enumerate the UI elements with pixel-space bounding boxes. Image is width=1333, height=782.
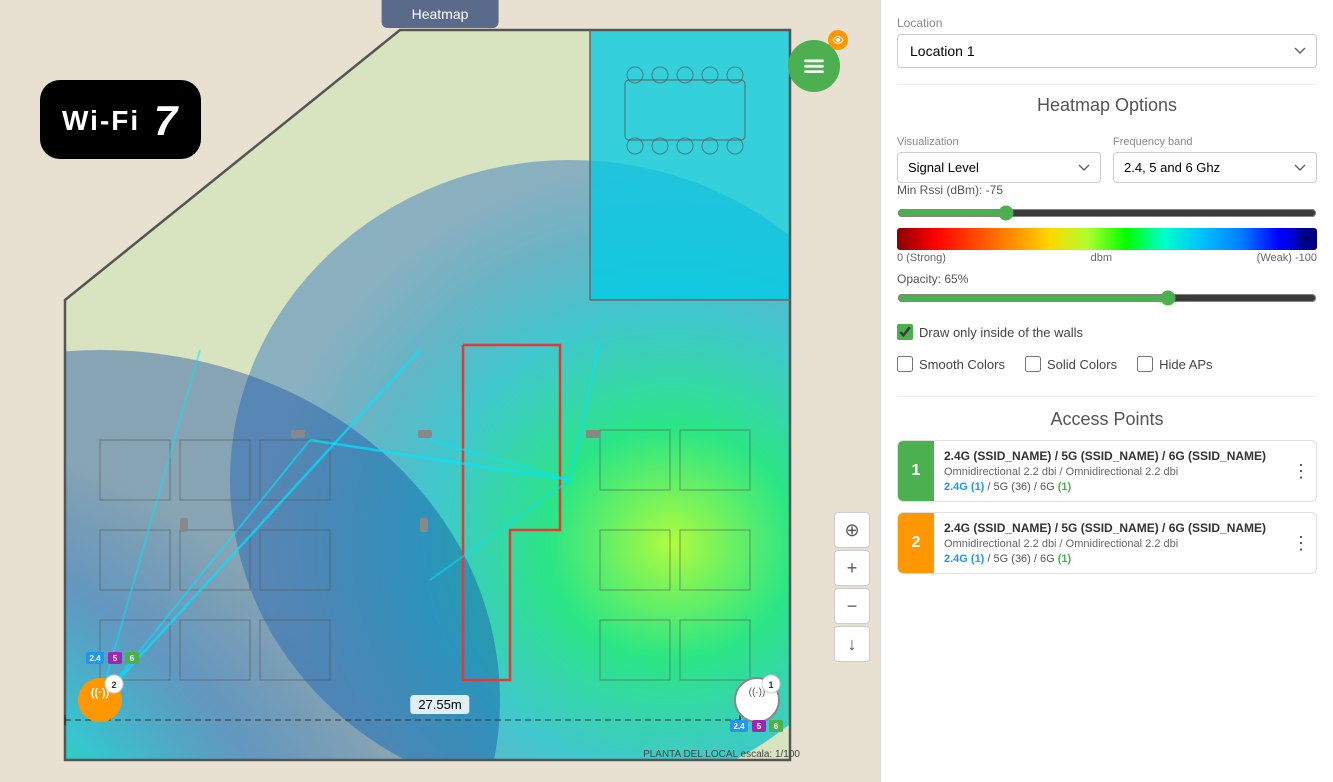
ap-2-body: 2.4G (SSID_NAME) / 5G (SSID_NAME) / 6G (… <box>934 513 1286 573</box>
gradient-center-label: dbm <box>1091 252 1112 264</box>
rssi-label: Min Rssi (dBm): -75 <box>897 183 1003 197</box>
smooth-colors-row: Smooth Colors <box>897 356 1005 372</box>
heatmap-tab[interactable]: Heatmap <box>382 0 499 28</box>
download-button[interactable]: ↓ <box>834 626 870 662</box>
solid-colors-row: Solid Colors <box>1025 356 1117 372</box>
opacity-label: Opacity: 65% <box>897 272 968 286</box>
ap-1-body: 2.4G (SSID_NAME) / 5G (SSID_NAME) / 6G (… <box>934 441 1286 501</box>
frequency-group: Frequency band 2.4, 5 and 6 Ghz 2.4 Ghz … <box>1113 136 1317 183</box>
zoom-in-button[interactable]: + <box>834 550 870 586</box>
svg-text:6: 6 <box>774 722 779 731</box>
frequency-select[interactable]: 2.4, 5 and 6 Ghz 2.4 Ghz 5 Ghz 6 Ghz <box>1113 152 1317 183</box>
ap-2-bands: 2.4G (1) / 5G (36) / 6G (1) <box>944 553 1276 565</box>
gradient-left-label: 0 (Strong) <box>897 252 946 264</box>
ap-1-band5: 5G (36) <box>994 481 1031 493</box>
compass-button[interactable]: ⊕ <box>834 512 870 548</box>
ap-card-1: 1 2.4G (SSID_NAME) / 5G (SSID_NAME) / 6G… <box>897 440 1317 502</box>
right-panel: Location Location 1 Location 2 Heatmap O… <box>880 0 1333 782</box>
hide-aps-row: Hide APs <box>1137 356 1212 372</box>
map-area: Heatmap <box>0 0 880 782</box>
floor-text: PLANTA DEL LOCAL escala: 1/100 <box>643 749 800 760</box>
visualization-group: Visualization Signal Level SNR Channel I… <box>897 136 1101 183</box>
ap-2-subtitle: Omnidirectional 2.2 dbi / Omnidirectiona… <box>944 538 1276 550</box>
rssi-slider[interactable] <box>897 205 1317 221</box>
frequency-label: Frequency band <box>1113 136 1317 148</box>
ap-1-bands: 2.4G (1) / 5G (36) / 6G (1) <box>944 481 1276 493</box>
access-points-section: Access Points 1 2.4G (SSID_NAME) / 5G (S… <box>897 409 1317 574</box>
ap-1-band6: (1) <box>1058 481 1071 493</box>
svg-text:2.4: 2.4 <box>89 654 101 663</box>
ap-1-band6-prefix: 6G <box>1040 481 1058 493</box>
svg-text:1: 1 <box>768 680 773 690</box>
ap-2-band6-prefix: 6G <box>1040 553 1058 565</box>
smooth-colors-checkbox[interactable] <box>897 356 913 372</box>
ap-2-menu[interactable]: ⋮ <box>1286 513 1316 573</box>
ap-2-title: 2.4G (SSID_NAME) / 5G (SSID_NAME) / 6G (… <box>944 521 1276 535</box>
wifi-logo: Wi-Fi 7 <box>40 80 201 159</box>
hide-aps-checkbox[interactable] <box>1137 356 1153 372</box>
svg-text:5: 5 <box>757 722 762 731</box>
viz-freq-row: Visualization Signal Level SNR Channel I… <box>897 136 1317 183</box>
eye-badge <box>828 30 848 50</box>
visualization-label: Visualization <box>897 136 1101 148</box>
ap-2-band24: 2.4G (1) <box>944 553 984 565</box>
visualization-select[interactable]: Signal Level SNR Channel Interference <box>897 152 1101 183</box>
gradient-container: ▾ 0 (Strong) dbm (Weak) -100 <box>897 205 1317 264</box>
svg-text:2: 2 <box>111 680 116 690</box>
opacity-slider[interactable] <box>897 290 1317 306</box>
svg-text:6: 6 <box>130 654 135 663</box>
ap-2-band6: (1) <box>1058 553 1071 565</box>
solid-colors-label: Solid Colors <box>1047 357 1117 372</box>
ap-1-title: 2.4G (SSID_NAME) / 5G (SSID_NAME) / 6G (… <box>944 449 1276 463</box>
svg-text:5: 5 <box>113 654 118 663</box>
gradient-bar[interactable] <box>897 228 1317 250</box>
gradient-right-label: (Weak) -100 <box>1257 252 1317 264</box>
heatmap-options-section: Heatmap Options Visualization Signal Lev… <box>897 95 1317 380</box>
location-select[interactable]: Location 1 Location 2 <box>897 34 1317 68</box>
map-controls: ⊕ + − ↓ <box>834 512 870 662</box>
ap-1-subtitle: Omnidirectional 2.2 dbi / Omnidirectiona… <box>944 466 1276 478</box>
draw-walls-checkbox[interactable] <box>897 324 913 340</box>
ap-1-band24: 2.4G (1) <box>944 481 984 493</box>
rssi-slider-row <box>897 205 1317 226</box>
access-points-title: Access Points <box>897 409 1317 430</box>
gradient-dropdown[interactable]: ▾ <box>1295 228 1317 250</box>
measure-label: 27.55m <box>410 695 469 714</box>
gradient-labels: 0 (Strong) dbm (Weak) -100 <box>897 252 1317 264</box>
gradient-bar-wrapper: ▾ <box>897 228 1317 250</box>
hide-aps-label: Hide APs <box>1159 357 1212 372</box>
opacity-label-row: Opacity: 65% <box>897 272 1317 286</box>
rssi-row: Min Rssi (dBm): -75 <box>897 183 1317 197</box>
location-section: Location Location 1 Location 2 <box>897 16 1317 68</box>
ap-1-number: 1 <box>898 441 934 501</box>
draw-walls-label: Draw only inside of the walls <box>919 325 1083 340</box>
svg-text:2.4: 2.4 <box>733 722 745 731</box>
ap-card-2: 2 2.4G (SSID_NAME) / 5G (SSID_NAME) / 6G… <box>897 512 1317 574</box>
ap-2-number: 2 <box>898 513 934 573</box>
extra-checkboxes-row: Smooth Colors Solid Colors Hide APs <box>897 348 1317 380</box>
location-label: Location <box>897 16 1317 30</box>
ap-2-band5: 5G (36) <box>994 553 1031 565</box>
draw-walls-row: Draw only inside of the walls <box>897 324 1317 340</box>
zoom-out-button[interactable]: − <box>834 588 870 624</box>
ap-1-menu[interactable]: ⋮ <box>1286 441 1316 501</box>
solid-colors-checkbox[interactable] <box>1025 356 1041 372</box>
smooth-colors-label: Smooth Colors <box>919 357 1005 372</box>
heatmap-options-title: Heatmap Options <box>897 95 1317 122</box>
